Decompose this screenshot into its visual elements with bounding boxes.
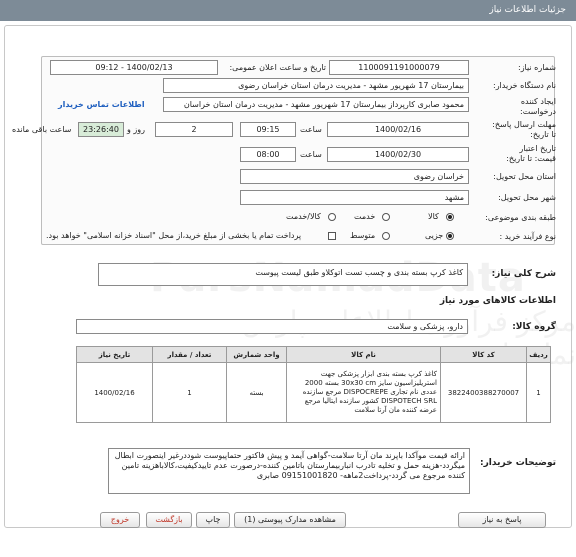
buyer-field: بیمارستان 17 شهریور مشهد - مدیریت درمان … — [163, 78, 469, 93]
print-button[interactable]: چاپ — [196, 512, 230, 528]
summary-field: کاغذ کرپ بسته بندی و چسب تست اتوکلاو طبق… — [98, 263, 468, 286]
exit-button[interactable]: خروج — [100, 512, 140, 528]
city-field: مشهد — [240, 190, 469, 205]
category-option-service: خدمت — [354, 212, 376, 221]
process-option-medium: متوسط — [350, 231, 376, 240]
remaining-label: ساعت باقی مانده — [12, 125, 72, 134]
need-number-field: 1100091191000079 — [329, 60, 469, 75]
buyer-contact-link[interactable]: اطلاعات تماس خریدار — [58, 100, 145, 110]
validity-date-field: 1400/02/30 — [327, 147, 469, 162]
category-option-goods: کالا — [428, 212, 439, 221]
deadline-time-label: ساعت — [300, 125, 322, 134]
province-field: خراسان رضوی — [240, 169, 469, 184]
announce-label: تاریخ و ساعت اعلان عمومی: — [229, 63, 326, 72]
category-radio-goods[interactable] — [446, 213, 454, 221]
category-radio-goods-service[interactable] — [328, 213, 336, 221]
reply-button[interactable]: پاسخ به نیاز — [458, 512, 546, 528]
treasury-note: پرداخت تمام یا بخشی از مبلغ خرید،از محل … — [46, 231, 302, 240]
col-date: تاریخ نیاز — [76, 346, 153, 363]
col-index: ردیف — [526, 346, 551, 363]
need-number-label: شماره نیاز: — [518, 63, 556, 72]
window-title-bar: جزئیات اطلاعات نیاز — [0, 0, 576, 21]
window-title: جزئیات اطلاعات نیاز — [489, 5, 566, 15]
process-radio-medium[interactable] — [382, 232, 390, 240]
deadline-date-field: 1400/02/16 — [327, 122, 469, 137]
goods-section-title: اطلاعات کالاهای مورد نیاز — [439, 296, 556, 306]
col-code: کد کالا — [440, 346, 527, 363]
notes-field: ارائه قیمت موآکدا باپرند مان آرتا سلامت-… — [108, 448, 470, 494]
goods-table-header: ردیف کد کالا نام کالا واحد شمارش تعداد /… — [76, 346, 551, 363]
cell-index: 1 — [526, 362, 551, 423]
category-option-goods-service: کالا/خدمت — [286, 212, 321, 221]
col-name: نام کالا — [286, 346, 441, 363]
cell-qty: 1 — [152, 362, 227, 423]
validity-label-line1: تاریخ اعتبار — [519, 144, 556, 153]
cell-date: 1400/02/16 — [76, 362, 153, 423]
table-row: 1 3822400388270007 کاغذ کرپ بسته بندی اب… — [76, 362, 551, 423]
deadline-time-field: 09:15 — [240, 122, 296, 137]
buyer-label: نام دستگاه خریدار: — [493, 81, 556, 90]
validity-time-field: 08:00 — [240, 147, 296, 162]
goods-table: ردیف کد کالا نام کالا واحد شمارش تعداد /… — [76, 346, 551, 423]
remaining-time-field: 23:26:40 — [78, 122, 124, 137]
city-label: شهر محل تحویل: — [498, 193, 556, 202]
treasury-checkbox[interactable] — [328, 232, 336, 240]
notes-label: توضیحات خریدار: — [480, 458, 556, 468]
category-label: طبقه بندی موضوعی: — [485, 213, 556, 222]
category-radio-service[interactable] — [382, 213, 390, 221]
goods-group-label: گروه کالا: — [512, 322, 556, 332]
back-button[interactable]: بازگشت — [146, 512, 192, 528]
cell-unit: بسته — [226, 362, 287, 423]
creator-label-line1: ایجاد کننده — [520, 97, 556, 106]
process-radio-minor[interactable] — [446, 232, 454, 240]
deadline-label-line1: مهلت ارسال پاسخ: — [492, 120, 556, 129]
province-label: استان محل تحویل: — [493, 172, 556, 181]
view-attachments-button[interactable]: مشاهده مدارک پیوستی (1) — [234, 512, 346, 528]
goods-group-field: دارو، پزشکی و سلامت — [76, 319, 468, 334]
deadline-label-line2: تا تاریخ: — [530, 130, 556, 139]
validity-label-line2: قیمت: تا تاریخ: — [506, 154, 556, 163]
creator-field: محمود صابری کارپرداز بیمارستان 17 شهریور… — [163, 97, 469, 112]
process-option-minor: جزیی — [425, 231, 444, 240]
col-qty: تعداد / مقدار — [152, 346, 227, 363]
cell-name: کاغذ کرپ بسته بندی ابزار پزشکی جهت استری… — [286, 362, 441, 423]
creator-label-line2: درخواست: — [520, 107, 556, 116]
days-field: 2 — [155, 122, 233, 137]
validity-time-label: ساعت — [300, 150, 322, 159]
process-label: نوع فرآیند خرید : — [499, 232, 556, 241]
days-label: روز و — [127, 125, 145, 134]
summary-label: شرح کلی نیاز: — [491, 269, 556, 279]
cell-code: 3822400388270007 — [440, 362, 527, 423]
announce-field: 1400/02/13 - 09:12 — [50, 60, 218, 75]
col-unit: واحد شمارش — [226, 346, 287, 363]
